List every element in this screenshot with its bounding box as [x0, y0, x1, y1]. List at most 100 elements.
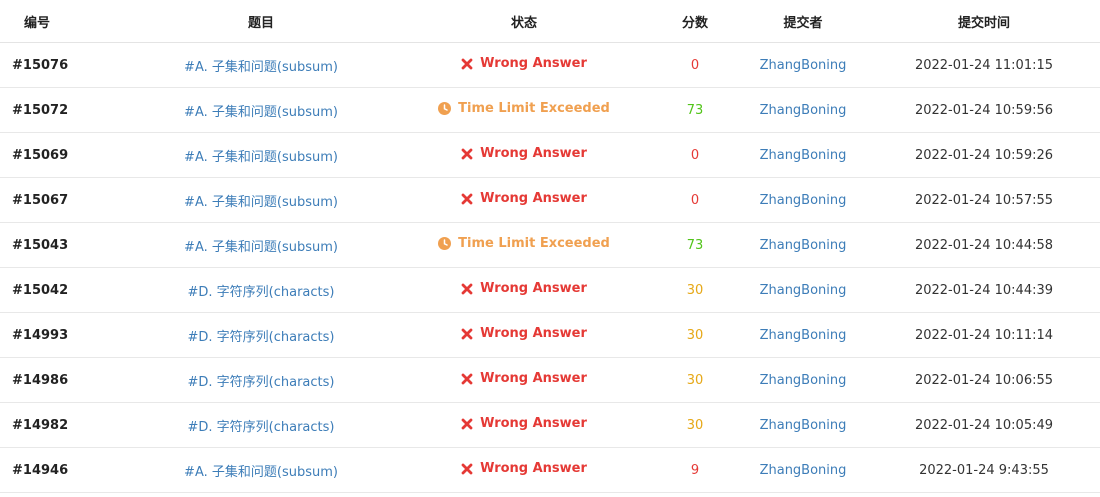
submission-row: #14982 #D. 字符序列(characts) Wrong Answer 3… [0, 402, 1100, 448]
status-link[interactable]: Wrong Answer [461, 56, 587, 71]
score-value: 30 [686, 417, 704, 433]
submitter-link[interactable]: ZhangBoning [760, 148, 847, 163]
score-value: 30 [686, 372, 704, 388]
problem-link[interactable]: #A. 子集和问题(subsum) [184, 105, 338, 120]
score-value: 30 [686, 282, 704, 298]
status-link[interactable]: Wrong Answer [461, 191, 587, 206]
submit-time: 2022-01-24 10:44:39 [914, 282, 1054, 298]
clock-icon [438, 237, 452, 250]
problem-link[interactable]: #D. 字符序列(characts) [188, 375, 335, 390]
score-value: 0 [690, 57, 700, 73]
problem-link[interactable]: #A. 子集和问题(subsum) [184, 465, 338, 480]
cross-icon [461, 418, 473, 430]
score-value: 73 [686, 102, 704, 118]
status-link[interactable]: Wrong Answer [461, 326, 587, 341]
problem-link[interactable]: #A. 子集和问题(subsum) [184, 150, 338, 165]
cross-icon [461, 148, 473, 160]
status-link[interactable]: Wrong Answer [461, 461, 587, 476]
submission-row: #14946 #A. 子集和问题(subsum) Wrong Answer 9 … [0, 447, 1100, 493]
submission-row: #15072 #A. 子集和问题(subsum) Time Limit Exce… [0, 87, 1100, 133]
cross-icon [461, 58, 473, 70]
header-submitter: 提交者 [738, 0, 868, 43]
submission-id-link[interactable]: #15076 [12, 58, 68, 73]
submission-id-link[interactable]: #14982 [12, 418, 68, 433]
submit-time: 2022-01-24 10:59:26 [914, 147, 1054, 163]
submitter-link[interactable]: ZhangBoning [760, 193, 847, 208]
status-text: Time Limit Exceeded [458, 236, 610, 251]
header-time: 提交时间 [868, 0, 1100, 43]
status-link[interactable]: Wrong Answer [461, 371, 587, 386]
status-link[interactable]: Time Limit Exceeded [438, 236, 610, 251]
submit-time: 2022-01-24 11:01:15 [914, 57, 1054, 73]
status-text: Wrong Answer [480, 461, 587, 477]
header-score: 分数 [652, 0, 738, 43]
submitter-link[interactable]: ZhangBoning [760, 103, 847, 118]
submission-id-link[interactable]: #15067 [12, 193, 68, 208]
submission-id-link[interactable]: #14993 [12, 328, 68, 343]
problem-link[interactable]: #D. 字符序列(characts) [188, 330, 335, 345]
submissions-table: 编号 题目 状态 分数 提交者 提交时间 #15076 #A. 子集和问题(su… [0, 0, 1100, 493]
header-problem: 题目 [126, 0, 396, 43]
problem-link[interactable]: #A. 子集和问题(subsum) [184, 60, 338, 75]
submission-id-link[interactable]: #14946 [12, 463, 68, 478]
submit-time: 2022-01-24 10:05:49 [914, 417, 1054, 433]
cross-icon [461, 283, 473, 295]
submitter-link[interactable]: ZhangBoning [760, 328, 847, 343]
submission-row: #15043 #A. 子集和问题(subsum) Time Limit Exce… [0, 222, 1100, 268]
submit-time: 2022-01-24 10:06:55 [914, 372, 1054, 388]
submitter-link[interactable]: ZhangBoning [760, 373, 847, 388]
submission-id-link[interactable]: #15042 [12, 283, 68, 298]
score-value: 30 [686, 327, 704, 343]
status-link[interactable]: Wrong Answer [461, 146, 587, 161]
submitter-link[interactable]: ZhangBoning [760, 463, 847, 478]
clock-icon [438, 102, 452, 115]
cross-icon [461, 463, 473, 475]
submitter-link[interactable]: ZhangBoning [760, 58, 847, 73]
table-body: #15076 #A. 子集和问题(subsum) Wrong Answer 0 … [0, 42, 1100, 493]
problem-link[interactable]: #D. 字符序列(characts) [188, 285, 335, 300]
submitter-link[interactable]: ZhangBoning [760, 238, 847, 253]
header-row: 编号 题目 状态 分数 提交者 提交时间 [0, 0, 1100, 43]
submitter-link[interactable]: ZhangBoning [760, 418, 847, 433]
status-text: Wrong Answer [480, 281, 587, 297]
header-id: 编号 [0, 0, 126, 43]
status-text: Wrong Answer [480, 146, 587, 162]
score-value: 0 [690, 147, 700, 163]
submit-time: 2022-01-24 10:57:55 [914, 192, 1054, 208]
score-value: 9 [690, 462, 700, 478]
status-text: Wrong Answer [480, 326, 587, 342]
status-text: Wrong Answer [480, 191, 587, 207]
score-value: 0 [690, 192, 700, 208]
status-link[interactable]: Time Limit Exceeded [438, 101, 610, 116]
submission-row: #15069 #A. 子集和问题(subsum) Wrong Answer 0 … [0, 132, 1100, 178]
submission-id-link[interactable]: #15043 [12, 238, 68, 253]
status-text: Wrong Answer [480, 416, 587, 432]
problem-link[interactable]: #A. 子集和问题(subsum) [184, 195, 338, 210]
cross-icon [461, 328, 473, 340]
score-value: 73 [686, 237, 704, 253]
problem-link[interactable]: #D. 字符序列(characts) [188, 420, 335, 435]
problem-link[interactable]: #A. 子集和问题(subsum) [184, 240, 338, 255]
status-link[interactable]: Wrong Answer [461, 416, 587, 431]
cross-icon [461, 373, 473, 385]
submission-id-link[interactable]: #15072 [12, 103, 68, 118]
submit-time: 2022-01-24 9:43:55 [919, 462, 1049, 478]
submission-row: #14993 #D. 字符序列(characts) Wrong Answer 3… [0, 312, 1100, 358]
status-text: Wrong Answer [480, 56, 587, 72]
submission-row: #15067 #A. 子集和问题(subsum) Wrong Answer 0 … [0, 177, 1100, 223]
table-header: 编号 题目 状态 分数 提交者 提交时间 [0, 0, 1100, 43]
submit-time: 2022-01-24 10:59:56 [914, 102, 1054, 118]
submit-time: 2022-01-24 10:44:58 [914, 237, 1054, 253]
submit-time: 2022-01-24 10:11:14 [914, 327, 1054, 343]
status-link[interactable]: Wrong Answer [461, 281, 587, 296]
status-text: Wrong Answer [480, 371, 587, 387]
submission-id-link[interactable]: #14986 [12, 373, 68, 388]
submission-row: #15076 #A. 子集和问题(subsum) Wrong Answer 0 … [0, 42, 1100, 88]
submission-id-link[interactable]: #15069 [12, 148, 68, 163]
submitter-link[interactable]: ZhangBoning [760, 283, 847, 298]
submission-row: #14986 #D. 字符序列(characts) Wrong Answer 3… [0, 357, 1100, 403]
status-text: Time Limit Exceeded [458, 101, 610, 116]
cross-icon [461, 193, 473, 205]
header-status: 状态 [396, 0, 652, 43]
submission-row: #15042 #D. 字符序列(characts) Wrong Answer 3… [0, 267, 1100, 313]
